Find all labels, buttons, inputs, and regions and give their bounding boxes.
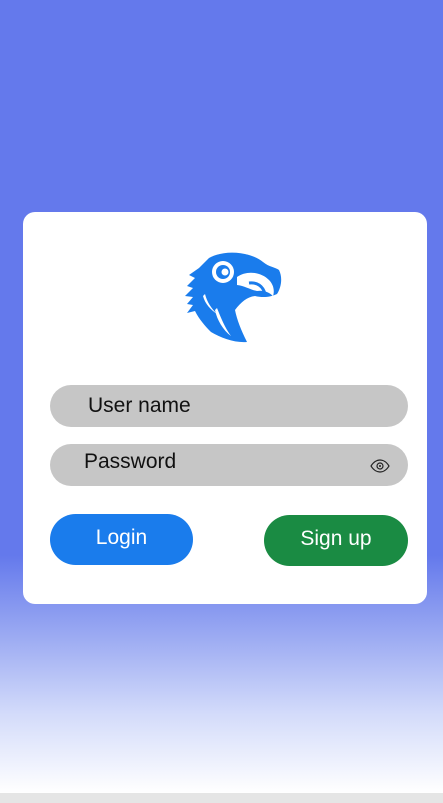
eagle-logo-icon: [185, 252, 282, 343]
password-field[interactable]: Password: [50, 444, 408, 486]
password-placeholder: Password: [84, 450, 177, 473]
login-button[interactable]: Login: [50, 514, 193, 565]
bottom-bar: [0, 793, 443, 803]
eye-icon[interactable]: [370, 459, 390, 473]
username-placeholder: User name: [88, 394, 191, 417]
username-field[interactable]: User name: [50, 385, 408, 427]
signup-button[interactable]: Sign up: [264, 515, 408, 566]
login-card: User name Password Login Sign up: [23, 212, 427, 604]
